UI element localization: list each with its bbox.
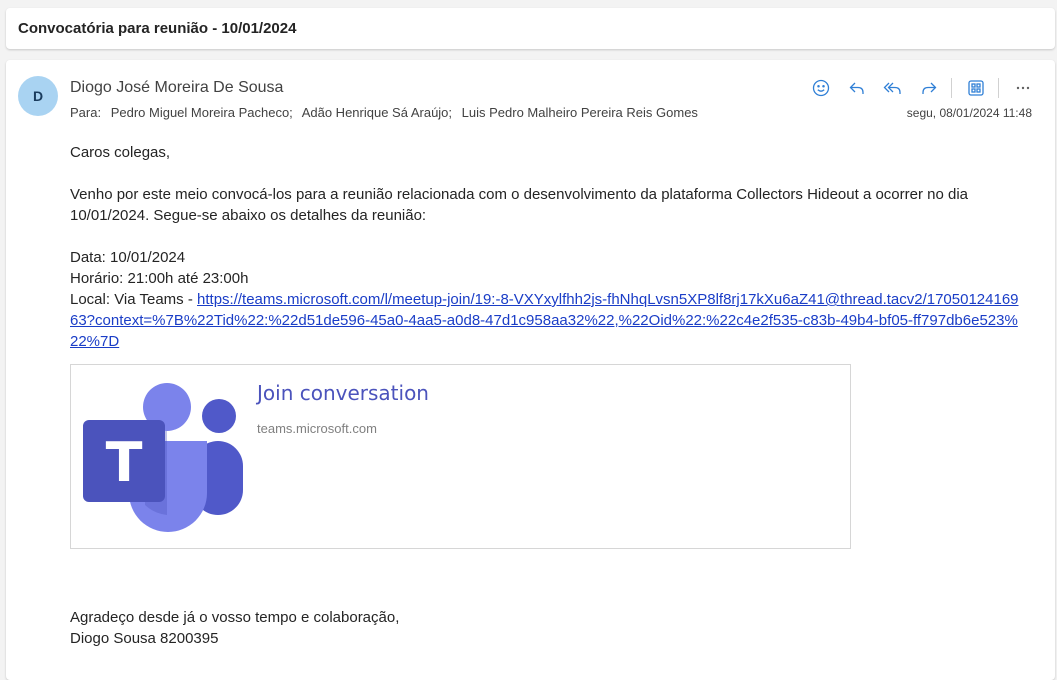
recipients-line: Para: Pedro Miguel Moreira Pacheco; Adão… bbox=[70, 105, 704, 120]
recipient-3[interactable]: Luis Pedro Malheiro Pereira Reis Gomes bbox=[462, 105, 698, 120]
meeting-date: Data: 10/01/2024 bbox=[70, 249, 186, 266]
teams-logo-icon: T bbox=[83, 383, 243, 532]
intro-paragraph: Venho por este meio convocá-los para a r… bbox=[70, 186, 969, 224]
message-toolbar bbox=[797, 76, 1035, 100]
reply-all-icon[interactable] bbox=[881, 76, 905, 100]
email-card: D Diogo José Moreira De Sousa Para: Pedr… bbox=[6, 60, 1055, 680]
subject-bar: Convocatória para reunião - 10/01/2024 bbox=[6, 8, 1055, 49]
email-subject: Convocatória para reunião - 10/01/2024 bbox=[18, 20, 297, 37]
link-preview-card[interactable]: T Join conversation teams.microsoft.com bbox=[70, 364, 851, 549]
sender-name[interactable]: Diogo José Moreira De Sousa bbox=[70, 79, 283, 97]
preview-domain: teams.microsoft.com bbox=[257, 421, 377, 436]
recipient-1[interactable]: Pedro Miguel Moreira Pacheco; bbox=[111, 105, 293, 120]
recipients-label: Para: bbox=[70, 105, 102, 120]
teams-logo-letter: T bbox=[106, 431, 143, 494]
location-prefix: Local: Via Teams - bbox=[70, 291, 198, 308]
more-icon[interactable] bbox=[1011, 76, 1035, 100]
toolbar-separator bbox=[998, 78, 999, 98]
apps-icon[interactable] bbox=[964, 76, 988, 100]
teams-meeting-link[interactable]: https://teams.microsoft.com/l/meetup-joi… bbox=[70, 291, 1019, 350]
sender-avatar[interactable]: D bbox=[18, 76, 58, 116]
toolbar-separator bbox=[951, 78, 952, 98]
meeting-location: Local: Via Teams - https://teams.microso… bbox=[70, 289, 1020, 352]
recipient-2[interactable]: Adão Henrique Sá Araújo; bbox=[302, 105, 452, 120]
signature: Diogo Sousa 8200395 bbox=[70, 630, 219, 647]
greeting: Caros colegas, bbox=[70, 144, 171, 161]
forward-icon[interactable] bbox=[917, 76, 941, 100]
meeting-time: Horário: 21:00h até 23:00h bbox=[70, 270, 249, 287]
preview-title[interactable]: Join conversation bbox=[257, 381, 429, 405]
reply-icon[interactable] bbox=[845, 76, 869, 100]
sent-date: segu, 08/01/2024 11:48 bbox=[906, 106, 1032, 120]
email-body: Caros colegas, Venho por este meio convo… bbox=[70, 142, 1020, 352]
closing-line: Agradeço desde já o vosso tempo e colabo… bbox=[70, 609, 400, 626]
emoji-icon[interactable] bbox=[809, 76, 833, 100]
email-closing: Agradeço desde já o vosso tempo e colabo… bbox=[70, 607, 399, 649]
